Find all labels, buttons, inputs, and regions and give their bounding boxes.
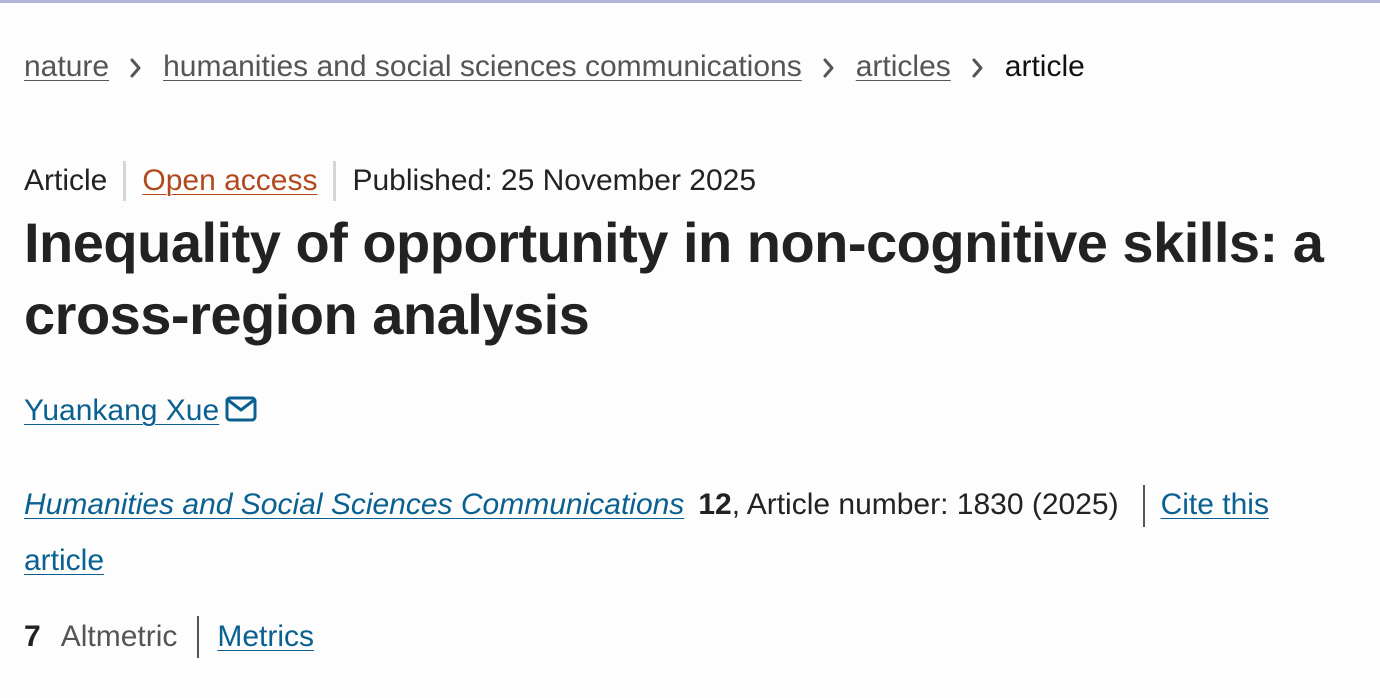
published-date: Published: 25 November 2025 [352, 164, 757, 197]
author-link[interactable]: Yuankang Xue [24, 389, 219, 433]
breadcrumb: nature humanities and social sciences co… [24, 47, 1085, 87]
article-header: nature humanities and social sciences co… [0, 3, 1380, 698]
article-number: , Article number: 1830 (2025) [731, 488, 1119, 521]
metrics-bar: 7 Altmetric Metrics [24, 615, 314, 659]
breadcrumb-link-nature[interactable]: nature [24, 47, 109, 87]
citation-line: Humanities and Social Sciences Communica… [24, 477, 1354, 589]
metrics-link[interactable]: Metrics [217, 615, 314, 659]
open-access-link[interactable]: Open access [142, 161, 317, 201]
chevron-right-icon [109, 47, 163, 87]
chevron-right-icon [951, 47, 1005, 87]
article-title: Inequality of opportunity in non-cogniti… [24, 211, 1324, 346]
breadcrumb-link-journal[interactable]: humanities and social sciences communica… [163, 47, 802, 87]
breadcrumb-link-articles[interactable]: articles [856, 47, 951, 87]
author-list: Yuankang Xue [24, 389, 257, 435]
meta-divider [123, 161, 127, 201]
breadcrumb-current: article [1004, 50, 1085, 83]
altmetric-count: 7 [24, 620, 41, 653]
metrics-divider [197, 616, 200, 658]
meta-divider [333, 161, 337, 201]
altmetric-label: Altmetric [60, 620, 178, 653]
journal-link[interactable]: Humanities and Social Sciences Communica… [24, 488, 684, 521]
article-type: Article [24, 164, 108, 197]
citation-divider [1142, 485, 1145, 528]
article-meta: Article Open access Published: 25 Novemb… [24, 161, 756, 201]
volume-number: 12 [698, 488, 732, 521]
chevron-right-icon [802, 47, 856, 87]
mail-icon[interactable] [225, 391, 257, 435]
